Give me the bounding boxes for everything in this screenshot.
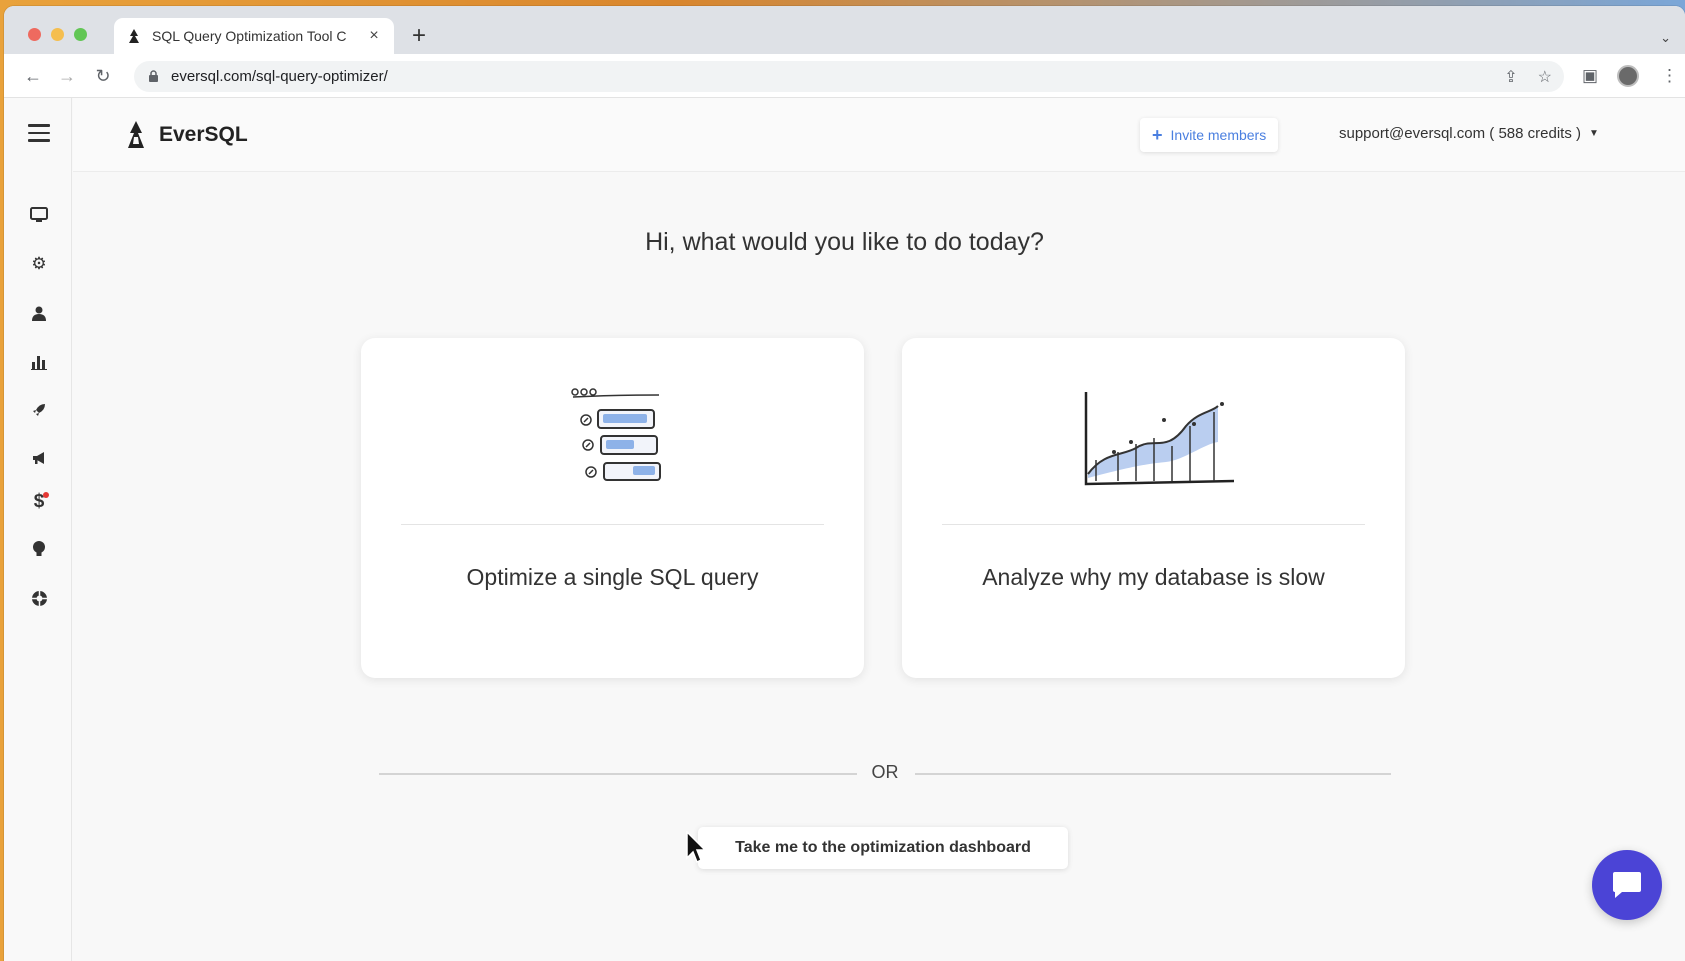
user-icon[interactable]: [28, 302, 50, 324]
mouse-cursor-icon: [686, 831, 707, 864]
share-icon[interactable]: ⇪: [1504, 67, 1517, 87]
query-list-illustration: [361, 382, 864, 492]
brand-name: EverSQL: [159, 123, 248, 146]
optimize-query-label: Optimize a single SQL query: [466, 564, 759, 590]
performance-chart-illustration: [902, 382, 1405, 492]
back-icon[interactable]: ←: [22, 66, 44, 87]
lock-icon: [149, 70, 158, 82]
browser-tab[interactable]: SQL Query Optimization Tool C ×: [114, 18, 394, 54]
optimization-dashboard-button[interactable]: Take me to the optimization dashboard: [698, 827, 1068, 869]
side-panel-icon[interactable]: ▣: [1582, 66, 1598, 86]
eversql-logo-icon: [128, 121, 144, 148]
app-header: EverSQL + Invite members support@eversql…: [73, 98, 1685, 172]
card-divider: [401, 524, 824, 525]
tab-title: SQL Query Optimization Tool C: [152, 28, 347, 44]
invite-members-label: Invite members: [1170, 127, 1267, 143]
app-area: ⚙ $ EverSQL + Invite members support@eve…: [4, 98, 1685, 961]
address-bar[interactable]: eversql.com/sql-query-optimizer/ ⇪ ☆: [134, 61, 1564, 92]
browser-menu-icon[interactable]: ⋮: [1661, 66, 1678, 86]
lightbulb-icon[interactable]: [28, 538, 50, 560]
reload-icon[interactable]: ↻: [92, 66, 114, 87]
notification-dot: [43, 492, 49, 498]
dollar-icon[interactable]: $: [28, 491, 50, 513]
plus-icon: +: [1152, 124, 1163, 145]
monitor-icon[interactable]: [28, 204, 50, 226]
optimize-query-card[interactable]: Optimize a single SQL query: [361, 338, 864, 678]
tab-search-icon[interactable]: ⌄: [1660, 30, 1671, 46]
caret-down-icon: ▼: [1589, 128, 1599, 139]
page-title: Hi, what would you like to do today?: [645, 228, 1044, 256]
eversql-logo[interactable]: EverSQL: [125, 120, 248, 150]
invite-members-button[interactable]: + Invite members: [1140, 118, 1279, 152]
account-label: support@eversql.com ( 588 credits ): [1339, 125, 1581, 142]
bar-chart-icon[interactable]: [28, 351, 50, 373]
browser-toolbar: ← → ↻ eversql.com/sql-query-optimizer/ ⇪…: [4, 54, 1685, 98]
profile-avatar[interactable]: [1617, 65, 1639, 87]
chat-icon: [1613, 872, 1641, 898]
or-line-right: [915, 773, 1391, 775]
tab-strip: SQL Query Optimization Tool C × + ⌄: [4, 6, 1685, 54]
bookmark-star-icon[interactable]: ☆: [1538, 67, 1552, 87]
card-divider: [942, 524, 1365, 525]
rocket-icon[interactable]: [28, 399, 50, 421]
maximize-window-button[interactable]: [74, 28, 87, 41]
megaphone-icon[interactable]: [28, 447, 50, 469]
window-controls: [28, 28, 87, 41]
minimize-window-button[interactable]: [51, 28, 64, 41]
account-menu[interactable]: support@eversql.com ( 588 credits ) ▼: [1339, 125, 1599, 142]
new-tab-button[interactable]: +: [412, 24, 426, 48]
chat-support-button[interactable]: [1592, 850, 1662, 920]
close-window-button[interactable]: [28, 28, 41, 41]
browser-window: SQL Query Optimization Tool C × + ⌄ ← → …: [4, 6, 1685, 961]
tab-close-icon[interactable]: ×: [366, 27, 382, 45]
or-divider: OR: [379, 762, 1391, 786]
analyze-database-card[interactable]: Analyze why my database is slow: [902, 338, 1405, 678]
eversql-favicon-icon: [126, 28, 142, 44]
analyze-database-label: Analyze why my database is slow: [982, 564, 1325, 590]
lifebuoy-icon[interactable]: [28, 587, 50, 609]
forward-icon[interactable]: →: [56, 66, 78, 87]
url-text: eversql.com/sql-query-optimizer/: [171, 68, 388, 85]
hamburger-menu-icon[interactable]: [28, 124, 50, 147]
